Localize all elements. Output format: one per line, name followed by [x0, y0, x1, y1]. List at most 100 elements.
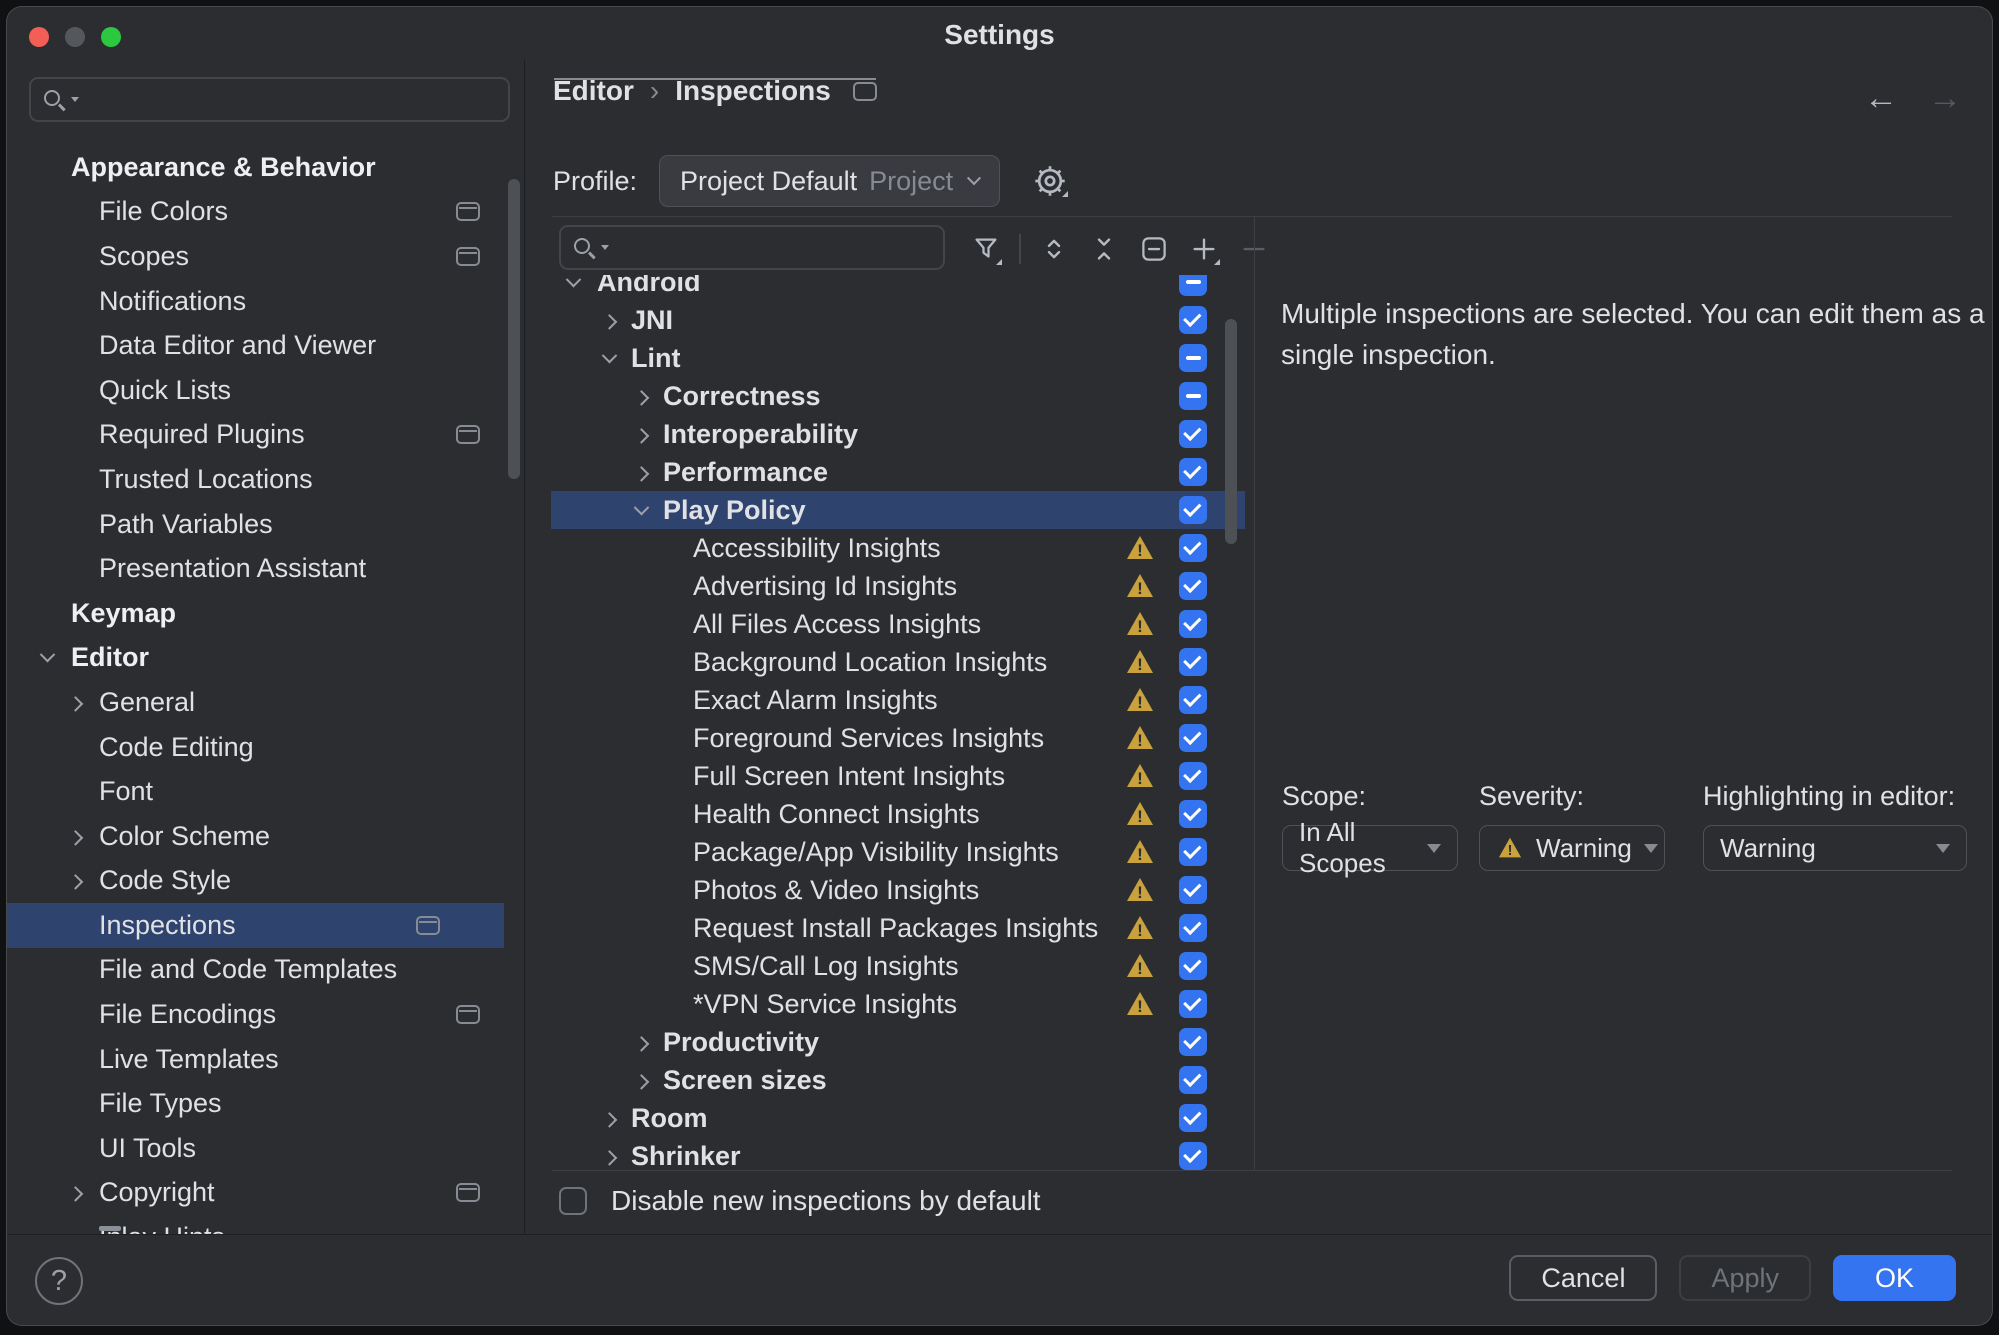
tree-item-accessibility-insights[interactable]: Accessibility Insights [551, 529, 1245, 567]
chevron-right-icon[interactable] [65, 871, 85, 891]
tree-item-advertising-id-insights[interactable]: Advertising Id Insights [551, 567, 1245, 605]
close-window-button[interactable] [29, 27, 49, 47]
profile-actions-gear-button[interactable] [1028, 159, 1072, 203]
inspections-search-input[interactable] [613, 231, 933, 264]
tree-item-lint[interactable]: Lint [551, 339, 1245, 377]
sidebar-item-live-templates[interactable]: Live Templates [7, 1037, 524, 1082]
sidebar-item-copyright[interactable]: Copyright [7, 1171, 524, 1216]
tree-item-android[interactable]: Android [551, 275, 1245, 301]
sidebar-item-editor[interactable]: Editor [7, 636, 524, 681]
checkbox[interactable] [1179, 344, 1207, 372]
checkbox[interactable] [1179, 275, 1207, 296]
tree-item-package-app-visibility-insights[interactable]: Package/App Visibility Insights [551, 833, 1245, 871]
apply-button[interactable]: Apply [1679, 1255, 1811, 1301]
checkbox[interactable] [1179, 420, 1207, 448]
tree-item-photos-video-insights[interactable]: Photos & Video Insights [551, 871, 1245, 909]
reset-inspection-button[interactable] [1133, 228, 1175, 270]
sidebar-item-notifications[interactable]: Notifications [7, 279, 524, 324]
tree-item-jni[interactable]: JNI [551, 301, 1245, 339]
checkbox[interactable] [1179, 686, 1207, 714]
checkbox[interactable] [1179, 914, 1207, 942]
tree-item-productivity[interactable]: Productivity [551, 1023, 1245, 1061]
sidebar-item-required-plugins[interactable]: Required Plugins [7, 413, 524, 458]
inspections-search-field[interactable] [559, 225, 945, 270]
sidebar-item-inlay-hints[interactable]: Inlay Hints [7, 1215, 524, 1234]
checkbox[interactable] [1179, 1066, 1207, 1094]
tree-item-exact-alarm-insights[interactable]: Exact Alarm Insights [551, 681, 1245, 719]
checkbox[interactable] [1179, 724, 1207, 752]
chevron-right-icon[interactable] [631, 424, 651, 444]
checkbox[interactable] [1179, 876, 1207, 904]
checkbox[interactable] [1179, 952, 1207, 980]
collapse-all-button[interactable] [1083, 228, 1125, 270]
expand-all-button[interactable] [1033, 228, 1075, 270]
scope-dropdown[interactable]: In All Scopes [1282, 825, 1458, 871]
sidebar-search-input[interactable] [83, 83, 498, 116]
tree-item-background-location-insights[interactable]: Background Location Insights [551, 643, 1245, 681]
checkbox[interactable] [1179, 306, 1207, 334]
checkbox[interactable] [1179, 496, 1207, 524]
severity-dropdown[interactable]: Warning [1479, 825, 1665, 871]
checkbox[interactable] [1179, 800, 1207, 828]
chevron-right-icon[interactable] [631, 462, 651, 482]
checkbox[interactable] [1179, 1104, 1207, 1132]
checkbox[interactable] [1179, 648, 1207, 676]
sidebar-item-code-style[interactable]: Code Style [7, 859, 524, 904]
tree-item-foreground-services-insights[interactable]: Foreground Services Insights [551, 719, 1245, 757]
disable-new-inspections-checkbox[interactable] [559, 1187, 587, 1215]
tree-item-room[interactable]: Room [551, 1099, 1245, 1137]
chevron-down-icon[interactable] [599, 348, 619, 368]
chevron-right-icon[interactable] [65, 826, 85, 846]
add-inspection-button[interactable] [1183, 228, 1225, 270]
sidebar-item-appearance-behavior[interactable]: Appearance & Behavior [7, 145, 524, 190]
sidebar-item-general[interactable]: General [7, 680, 524, 725]
tree-item-request-install-packages-insights[interactable]: Request Install Packages Insights [551, 909, 1245, 947]
sidebar-item-file-encodings[interactable]: File Encodings [7, 992, 524, 1037]
sidebar-search-field[interactable] [29, 77, 510, 122]
tree-item-full-screen-intent-insights[interactable]: Full Screen Intent Insights [551, 757, 1245, 795]
sidebar-item-presentation-assistant[interactable]: Presentation Assistant [7, 546, 524, 591]
sidebar-item-keymap[interactable]: Keymap [7, 591, 524, 636]
checkbox[interactable] [1179, 610, 1207, 638]
chevron-right-icon[interactable] [631, 1070, 651, 1090]
checkbox[interactable] [1179, 762, 1207, 790]
sidebar-item-code-editing[interactable]: Code Editing [7, 725, 524, 770]
chevron-right-icon[interactable] [599, 1108, 619, 1128]
maximize-window-button[interactable] [101, 27, 121, 47]
sidebar-item-scopes[interactable]: Scopes [7, 234, 524, 279]
forward-arrow-icon[interactable]: → [1928, 79, 1962, 118]
sidebar-item-path-variables[interactable]: Path Variables [7, 502, 524, 547]
checkbox[interactable] [1179, 990, 1207, 1018]
tree-item-all-files-access-insights[interactable]: All Files Access Insights [551, 605, 1245, 643]
ok-button[interactable]: OK [1833, 1255, 1956, 1301]
chevron-down-icon[interactable] [563, 275, 583, 292]
checkbox[interactable] [1179, 382, 1207, 410]
chevron-down-icon[interactable] [631, 500, 651, 520]
tree-item-sms-call-log-insights[interactable]: SMS/Call Log Insights [551, 947, 1245, 985]
sidebar-item-color-scheme[interactable]: Color Scheme [7, 814, 524, 859]
cancel-button[interactable]: Cancel [1509, 1255, 1657, 1301]
sidebar-scrollbar[interactable] [508, 179, 520, 479]
tree-item-interoperability[interactable]: Interoperability [551, 415, 1245, 453]
chevron-down-icon[interactable] [37, 648, 57, 668]
checkbox[interactable] [1179, 534, 1207, 562]
checkbox[interactable] [1179, 458, 1207, 486]
sidebar-item-trusted-locations[interactable]: Trusted Locations [7, 457, 524, 502]
sidebar-item-inspections[interactable]: Inspections [7, 903, 504, 948]
tree-item-shrinker[interactable]: Shrinker [551, 1137, 1245, 1170]
chevron-right-icon[interactable] [65, 692, 85, 712]
sidebar-item-font[interactable]: Font [7, 769, 524, 814]
tree-item-vpn-service-insights[interactable]: *VPN Service Insights [551, 985, 1245, 1023]
help-button[interactable]: ? [35, 1257, 83, 1305]
search-history-caret-icon[interactable] [71, 97, 79, 102]
checkbox[interactable] [1179, 1028, 1207, 1056]
chevron-right-icon[interactable] [599, 1146, 619, 1166]
checkbox[interactable] [1179, 838, 1207, 866]
tree-item-screen-sizes[interactable]: Screen sizes [551, 1061, 1245, 1099]
checkbox[interactable] [1179, 572, 1207, 600]
tree-item-play-policy[interactable]: Play Policy [551, 491, 1245, 529]
sidebar-item-quick-lists[interactable]: Quick Lists [7, 368, 524, 413]
chevron-right-icon[interactable] [599, 310, 619, 330]
sidebar-item-data-editor[interactable]: Data Editor and Viewer [7, 323, 524, 368]
sidebar-item-ui-tools[interactable]: UI Tools [7, 1126, 524, 1171]
